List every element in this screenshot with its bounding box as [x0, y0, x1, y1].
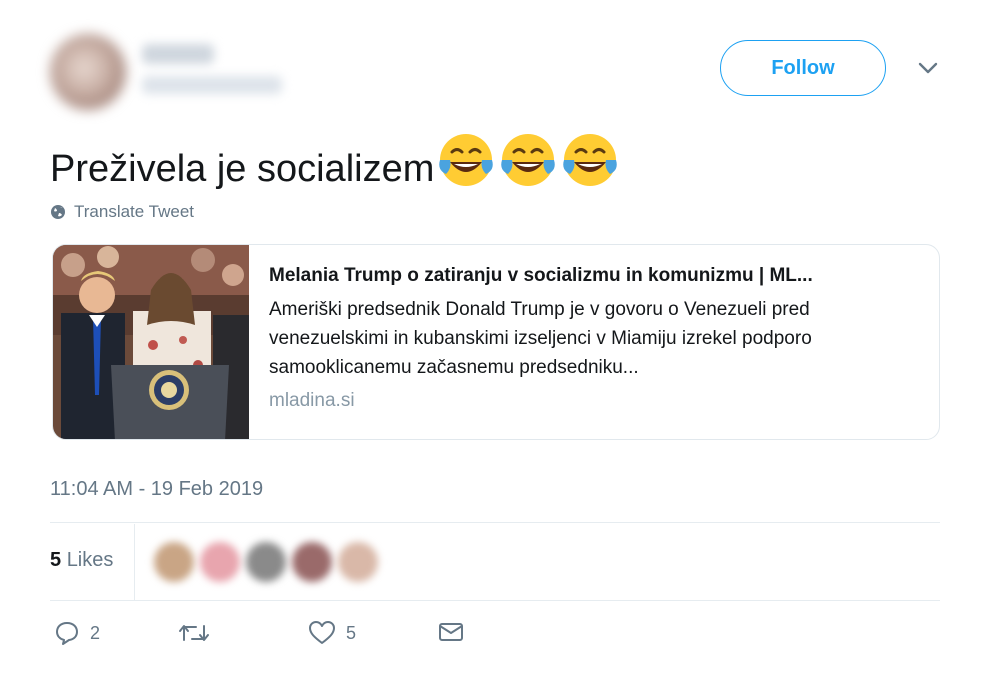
card-image: [53, 245, 249, 439]
emoji-joy-1: [436, 130, 496, 208]
tweet-timestamp[interactable]: 11:04 AM - 19 Feb 2019: [50, 478, 263, 501]
likes-count: 5: [50, 549, 62, 571]
card-title[interactable]: Melania Trump o zatiranju v socializmu i…: [269, 263, 917, 289]
tweet-actions: 2 5: [50, 620, 940, 654]
tweet-header: Follow: [50, 34, 950, 114]
liker-avatar[interactable]: [154, 542, 194, 582]
reply-button[interactable]: 2: [54, 620, 100, 646]
heart-icon: [309, 621, 335, 644]
username-blurred[interactable]: [142, 76, 282, 94]
reply-count: 2: [90, 622, 101, 643]
card-body: Melania Trump o zatiranju v socializmu i…: [269, 263, 919, 412]
link-card[interactable]: Melania Trump o zatiranju v socializmu i…: [52, 244, 940, 440]
like-button[interactable]: 5: [308, 620, 356, 646]
follow-button[interactable]: Follow: [720, 40, 886, 96]
reply-icon: [56, 622, 78, 645]
like-count: 5: [346, 622, 357, 643]
divider: [50, 522, 940, 523]
direct-message-button[interactable]: [438, 620, 474, 644]
emoji-joy-2: [498, 130, 558, 208]
liker-avatar[interactable]: [338, 542, 378, 582]
envelope-icon: [439, 623, 463, 641]
chevron-down-icon[interactable]: [914, 56, 942, 80]
avatar[interactable]: [50, 34, 126, 110]
liker-avatar[interactable]: [246, 542, 286, 582]
likes-stats-row: 5 Likes: [50, 524, 940, 600]
liker-avatar[interactable]: [292, 542, 332, 582]
tweet-text-content: Preživela je socializem: [50, 148, 435, 190]
card-domain: mladina.si: [269, 390, 355, 411]
divider: [50, 600, 940, 601]
emoji-joy-3: [560, 130, 620, 208]
likes-label: Likes: [66, 549, 114, 571]
likes-stat[interactable]: 5 Likes: [50, 549, 113, 572]
retweet-icon: [179, 625, 209, 641]
stats-separator: [134, 524, 135, 600]
tweet-text: Preživela je socializem: [50, 130, 620, 208]
liker-avatar[interactable]: [200, 542, 240, 582]
globe-icon: [51, 205, 65, 219]
translate-tweet-link[interactable]: Translate Tweet: [50, 202, 194, 222]
card-description: Ameriški predsednik Donald Trump je v go…: [269, 299, 812, 378]
display-name-blurred[interactable]: [142, 44, 214, 64]
retweet-button[interactable]: [178, 620, 220, 646]
translate-label: Translate Tweet: [74, 202, 195, 221]
